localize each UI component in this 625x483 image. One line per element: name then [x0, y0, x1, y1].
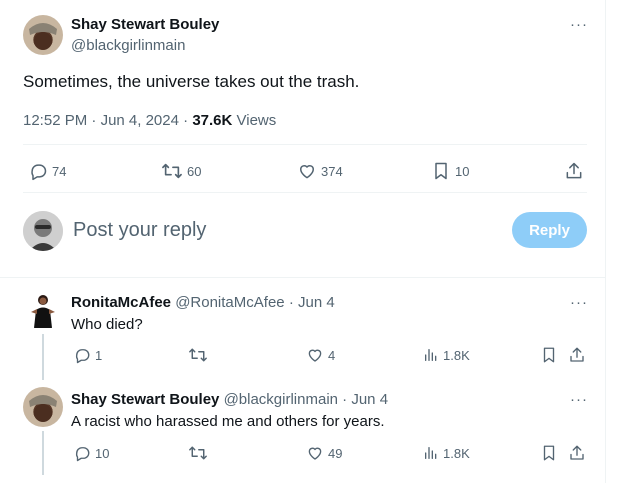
reply-author-name[interactable]: Shay Stewart Bouley — [71, 391, 219, 408]
tweet-time[interactable]: 12:52 PM — [23, 112, 87, 129]
bookmark-action[interactable]: 10 — [431, 161, 469, 181]
reply-input[interactable]: Post your reply — [73, 219, 206, 242]
views-count: 1.8K — [443, 347, 470, 363]
reply-author-name[interactable]: RonitaMcAfee — [71, 294, 171, 311]
heart-icon — [300, 165, 314, 179]
share-icon — [566, 162, 582, 179]
reply-text: A racist who harassed me and others for … — [71, 413, 385, 430]
views-action[interactable]: 1.8K — [423, 444, 470, 462]
thread-line — [42, 334, 44, 380]
current-user-avatar[interactable] — [23, 211, 63, 251]
reply-action[interactable]: 10 — [73, 444, 109, 462]
meta-separator: · — [288, 294, 294, 311]
share-action[interactable] — [568, 444, 586, 462]
reply-avatar[interactable] — [23, 387, 63, 427]
divider — [23, 192, 587, 193]
reply-author-handle[interactable]: @blackgirlinmain — [224, 391, 338, 408]
meta-separator: · — [91, 112, 101, 129]
views-label: Views — [236, 112, 277, 129]
tweet-text: Sometimes, the universe takes out the tr… — [23, 72, 360, 91]
share-action[interactable] — [568, 346, 586, 364]
divider — [0, 277, 606, 278]
views-count: 37.6K — [192, 112, 233, 129]
reply-avatar[interactable] — [23, 290, 63, 330]
reply-author-handle[interactable]: @RonitaMcAfee — [175, 294, 284, 311]
tweet-date[interactable]: Jun 4, 2024 — [101, 112, 179, 129]
reply-date[interactable]: Jun 4 — [298, 294, 335, 311]
like-count: 374 — [321, 163, 343, 179]
reply-date[interactable]: Jun 4 — [351, 391, 388, 408]
reply-icon — [75, 447, 90, 462]
divider — [23, 144, 587, 145]
meta-separator: · — [183, 112, 193, 129]
bookmark-count: 10 — [455, 163, 470, 179]
more-options-icon[interactable]: ··· — [570, 295, 588, 310]
reply-action[interactable]: 1 — [73, 346, 102, 364]
reply-text: Who died? — [71, 316, 143, 333]
analytics-icon — [425, 447, 437, 459]
tweet-meta: 12:52 PM · Jun 4, 2024 · 37.6K Views — [23, 112, 276, 129]
more-options-icon[interactable]: ··· — [570, 392, 588, 407]
share-action[interactable] — [564, 161, 584, 181]
bookmark-icon — [435, 162, 447, 180]
reply-button[interactable]: Reply — [512, 212, 587, 248]
like-action[interactable]: 4 — [306, 346, 335, 364]
meta-separator: · — [342, 391, 348, 408]
like-action[interactable]: 374 — [297, 161, 343, 181]
repost-action[interactable] — [188, 444, 212, 462]
reply-action[interactable]: 74 — [28, 161, 66, 181]
repost-icon — [189, 348, 207, 362]
like-count: 49 — [328, 445, 343, 461]
like-action[interactable]: 49 — [306, 444, 342, 462]
like-count: 4 — [328, 347, 336, 363]
bookmark-icon — [543, 347, 555, 363]
analytics-icon — [425, 349, 437, 361]
reply-count: 1 — [95, 347, 103, 363]
views-count: 1.8K — [443, 445, 470, 461]
repost-count: 60 — [187, 163, 202, 179]
views-action[interactable]: 1.8K — [423, 346, 470, 364]
bookmark-action[interactable] — [540, 346, 558, 364]
bookmark-icon — [543, 445, 555, 461]
heart-icon — [308, 349, 322, 362]
reply-count: 10 — [95, 445, 110, 461]
author-handle[interactable]: @blackgirlinmain — [71, 37, 185, 54]
thread-line — [42, 431, 44, 475]
reply-header: Shay Stewart Bouley @blackgirlinmain · J… — [71, 391, 388, 408]
share-icon — [570, 445, 584, 460]
reply-header: RonitaMcAfee @RonitaMcAfee · Jun 4 — [71, 294, 335, 311]
author-avatar[interactable] — [23, 15, 63, 55]
repost-icon — [162, 163, 182, 179]
reply-count: 74 — [52, 163, 67, 179]
author-name[interactable]: Shay Stewart Bouley — [71, 16, 219, 33]
repost-icon — [189, 446, 207, 460]
repost-action[interactable] — [188, 346, 212, 364]
bookmark-action[interactable] — [540, 444, 558, 462]
reply-icon — [31, 164, 47, 181]
reply-icon — [75, 349, 90, 364]
tweet-detail-panel: Shay Stewart Bouley @blackgirlinmain ···… — [0, 0, 606, 483]
repost-action[interactable]: 60 — [161, 161, 201, 181]
heart-icon — [308, 447, 322, 460]
share-icon — [570, 347, 584, 362]
more-options-icon[interactable]: ··· — [570, 17, 588, 32]
